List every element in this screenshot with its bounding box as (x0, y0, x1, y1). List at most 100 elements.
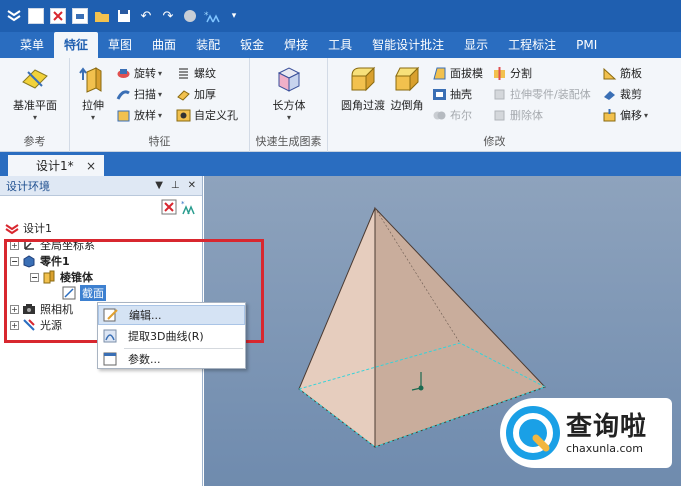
group-label-modify: 修改 (483, 135, 506, 148)
thicken-button[interactable]: 加厚 (176, 85, 216, 103)
menu-item-extract-3d-curve[interactable]: 提取3D曲线(R) (98, 326, 245, 346)
revolve-icon (117, 68, 130, 78)
panel-header: 设计环境 ▼ ⊥ ✕ (0, 176, 202, 196)
origin-point (418, 385, 424, 391)
watermark-logo-icon (506, 406, 560, 460)
tab-engineering-annotation[interactable]: 工程标注 (498, 32, 566, 58)
draft-button[interactable]: 面拔模 (432, 64, 483, 82)
datum-plane-button[interactable]: 基准平面 ▾ (8, 64, 62, 122)
sweep-button[interactable]: 扫描 ▾ (116, 85, 162, 103)
delete-body-icon (494, 110, 505, 120)
rib-icon (603, 67, 617, 79)
delete-body-button[interactable]: 删除体 (492, 106, 543, 124)
extract-curve-icon (103, 329, 117, 343)
group-label-reference: 参考 (23, 135, 46, 148)
box-button[interactable]: 长方体 ▾ (262, 64, 316, 122)
chamfer-icon (395, 66, 420, 92)
delete-icon[interactable] (161, 199, 177, 215)
extrude-button[interactable]: 拉伸 ▾ (66, 64, 120, 122)
tab-smart-annotation[interactable]: 智能设计批注 (362, 32, 454, 58)
document-tab-strip: 设计1* × (0, 152, 681, 176)
quick-access-toolbar: ↶ ↷ * ▾ (0, 0, 681, 32)
datum-plane-icon (22, 69, 48, 89)
tree-item-design[interactable]: 设计1 (5, 220, 52, 236)
tab-sheet-metal[interactable]: 钣金 (230, 32, 274, 58)
panel-menu-icon[interactable]: ▼ (155, 180, 163, 191)
ribbon-tabs: 菜单 特征 草图 曲面 装配 钣金 焊接 工具 智能设计批注 显示 工程标注 P… (0, 32, 681, 58)
split-icon (494, 66, 505, 80)
group-features: 拉伸 ▾ 旋转 ▾ 扫描 ▾ 放样 ▾ 螺纹 加厚 自定义孔 特征 (70, 58, 250, 152)
pin-icon[interactable]: ⊥ (171, 180, 180, 191)
trim-icon (604, 90, 615, 100)
edit-icon (103, 308, 118, 322)
custom-hole-icon (176, 109, 191, 121)
tab-display[interactable]: 显示 (454, 32, 498, 58)
custom-hole-button[interactable]: 自定义孔 (176, 106, 238, 124)
document-tab[interactable]: 设计1* × (8, 155, 104, 176)
render-icon[interactable] (182, 8, 198, 24)
tab-features[interactable]: 特征 (54, 32, 99, 58)
offset-icon (603, 108, 616, 121)
fillet-icon (351, 66, 376, 92)
shell-icon (433, 88, 446, 100)
app-menu-icon[interactable] (6, 8, 22, 24)
context-menu: 编辑... 提取3D曲线(R) 参数... (97, 302, 246, 369)
document-tab-title: 设计1* (36, 159, 74, 173)
dropdown-icon[interactable]: ▾ (226, 8, 242, 24)
rib-button[interactable]: 筋板 (602, 64, 642, 82)
print-icon[interactable] (72, 8, 88, 24)
pyramid-left-face (298, 207, 376, 449)
thread-button[interactable]: 螺纹 (176, 64, 216, 82)
split-button[interactable]: 分割 (492, 64, 532, 82)
new-icon[interactable] (28, 8, 44, 24)
tab-sketch[interactable]: 草图 (98, 32, 142, 58)
group-reference: 基准平面 ▾ 参考 (0, 58, 70, 152)
tab-menu[interactable]: 菜单 (0, 32, 54, 58)
watermark: 查询啦 chaxunla.com (500, 398, 672, 468)
redo-icon[interactable]: ↷ (160, 8, 176, 24)
ribbon: 基准平面 ▾ 参考 拉伸 ▾ 旋转 ▾ 扫描 ▾ 放样 ▾ 螺纹 加厚 自定义孔… (0, 58, 681, 152)
watermark-cn: 查询啦 (566, 411, 648, 442)
box-icon (277, 67, 301, 92)
draft-icon (433, 67, 446, 79)
group-label-features: 特征 (148, 135, 171, 148)
group-quick-shapes: 长方体 ▾ 快速生成图素 (250, 58, 328, 152)
offset-button[interactable]: 偏移 ▾ (602, 106, 648, 124)
shell-button[interactable]: 抽壳 (432, 85, 472, 103)
tab-tools[interactable]: 工具 (318, 32, 362, 58)
parameters-icon (103, 352, 117, 366)
chamfer-button[interactable]: 边倒角 (380, 64, 434, 113)
undo-icon[interactable]: ↶ (138, 8, 154, 24)
thicken-icon (177, 89, 190, 101)
tab-assembly[interactable]: 装配 (186, 32, 230, 58)
sweep-icon (116, 89, 130, 100)
close-doc-icon[interactable] (50, 8, 66, 24)
loft-icon (117, 110, 130, 121)
design-tree-icon[interactable]: * (204, 8, 220, 24)
revolve-button[interactable]: 旋转 ▾ (116, 64, 162, 82)
tab-surface[interactable]: 曲面 (142, 32, 186, 58)
svg-text:*: * (181, 200, 185, 208)
boolean-button[interactable]: 布尔 (432, 106, 472, 124)
open-icon[interactable] (94, 8, 110, 24)
panel-close-icon[interactable]: ✕ (188, 180, 196, 191)
menu-item-edit[interactable]: 编辑... (98, 305, 245, 325)
boolean-icon (433, 111, 446, 119)
tree-view-icon[interactable]: * (180, 199, 196, 215)
extrude-part-icon (494, 89, 505, 99)
extrude-icon (79, 67, 102, 93)
tab-weld[interactable]: 焊接 (274, 32, 318, 58)
watermark-en: chaxunla.com (566, 441, 643, 455)
menu-item-parameters[interactable]: 参数... (98, 349, 245, 369)
group-modify: 圆角过渡 边倒角 面拔模 抽壳 布尔 分割 拉伸零件/装配体 删除体 筋板 裁剪… (328, 58, 661, 152)
panel-toolbar: * (0, 196, 202, 218)
loft-button[interactable]: 放样 ▾ (116, 106, 162, 124)
design-root-icon (5, 224, 19, 235)
close-tab-icon[interactable]: × (86, 159, 96, 173)
save-icon[interactable] (116, 8, 132, 24)
extrude-part-button[interactable]: 拉伸零件/装配体 (492, 85, 591, 103)
trim-button[interactable]: 裁剪 (602, 85, 642, 103)
tab-pmi[interactable]: PMI (566, 32, 607, 58)
panel-title: 设计环境 (6, 179, 50, 193)
thread-icon (179, 67, 188, 79)
